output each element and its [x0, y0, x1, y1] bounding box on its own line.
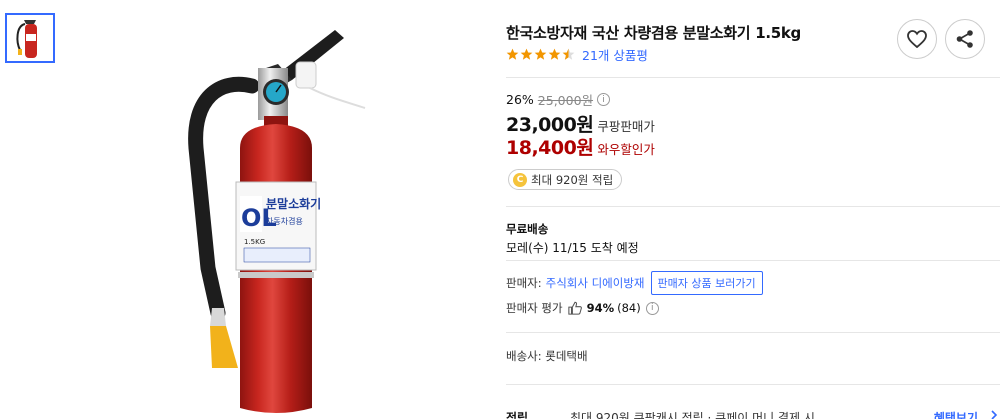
rating-row[interactable]: 21개 상품평	[506, 45, 648, 63]
star-half-icon	[562, 48, 575, 60]
discount-rate: 26%	[506, 92, 534, 107]
coin-icon: C	[513, 172, 527, 187]
thumbnail-selected[interactable]	[5, 13, 55, 63]
share-button[interactable]	[945, 19, 985, 59]
extinguisher-thumbnail-image	[16, 20, 37, 58]
star-full-icon	[520, 48, 533, 60]
benefit-row: 적립 최대 920원 쿠팡캐시 적립 · 쿠페이 머니 결제 시 혜택보기	[506, 409, 1000, 419]
seller-label: 판매자:	[506, 276, 542, 290]
label-sub-text: 차동차겸용	[266, 216, 303, 226]
review-count-link[interactable]: 21개 상품평	[582, 45, 648, 64]
benefit-text: 최대 920원 쿠팡캐시 적립 · 쿠페이 머니 결제 시	[570, 411, 815, 419]
product-title: 한국소방자재 국산 차량겸용 분말소화기 1.5kg	[506, 24, 801, 42]
wow-price: 18,400원	[506, 137, 594, 159]
discount-row: 26% 25,000원 i	[506, 90, 611, 109]
chevron-right-icon[interactable]	[988, 409, 1000, 419]
product-main-image: OL 분말소화기 차동차겸용 1.5KG	[160, 8, 380, 419]
benefit-link[interactable]: 혜택보기	[934, 409, 978, 419]
wow-price-label: 와우할인가	[597, 142, 655, 157]
star-full-icon	[534, 48, 547, 60]
heart-icon	[907, 30, 927, 48]
seller-evaluation-row: 판매자 평가 94% (84) i	[506, 300, 659, 316]
info-icon[interactable]: i	[645, 301, 659, 315]
seller-eval-count: (84)	[617, 301, 641, 315]
seller-row: 판매자: 주식회사 디에이방재 판매자 상품 보러가기	[506, 271, 763, 295]
label-weight-text: 1.5KG	[244, 238, 265, 246]
label-title-text: 분말소화기	[266, 196, 321, 211]
seller-products-button[interactable]: 판매자 상품 보러가기	[650, 271, 763, 295]
star-full-icon	[548, 48, 561, 60]
divider	[506, 206, 1000, 207]
cash-reward-badge: C 최대 920원 적립	[508, 169, 623, 190]
wow-price-row: 18,400원 와우할인가	[506, 133, 655, 160]
star-full-icon	[506, 48, 519, 60]
benefit-label: 적립	[506, 411, 529, 419]
original-price: 25,000원	[537, 93, 594, 108]
divider	[506, 260, 1000, 261]
shipping-date: 모레(수) 11/15 도착 예정	[506, 241, 639, 255]
shipping-title: 무료배송	[506, 222, 549, 236]
rating-stars	[506, 48, 575, 61]
seller-name-link[interactable]: 주식회사 디에이방재	[546, 275, 645, 291]
share-icon	[956, 30, 973, 48]
seller-eval-label: 판매자 평가	[506, 301, 563, 315]
seller-eval-value: 94%	[586, 301, 615, 315]
delivery-company: 배송사: 롯데택배	[506, 349, 588, 363]
cash-reward-text: 최대 920원 적립	[531, 172, 614, 187]
thumbs-up-icon	[567, 301, 582, 315]
info-icon[interactable]: i	[597, 93, 611, 106]
divider	[506, 384, 1000, 385]
divider	[506, 332, 1000, 333]
divider	[506, 77, 1000, 78]
wishlist-button[interactable]	[897, 19, 937, 59]
product-info-panel: 한국소방자재 국산 차량겸용 분말소화기 1.5kg 21개 상품평 26% 2…	[506, 0, 1000, 419]
